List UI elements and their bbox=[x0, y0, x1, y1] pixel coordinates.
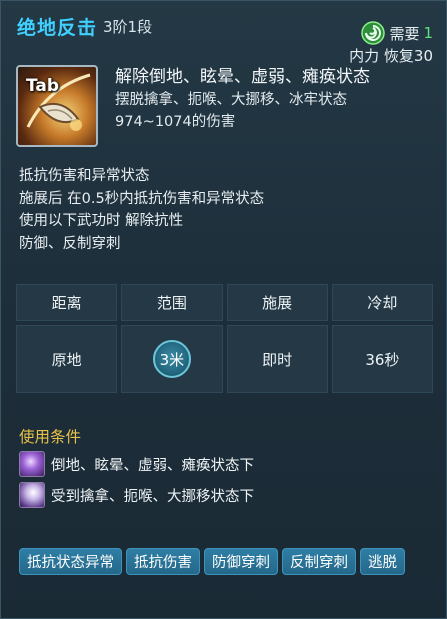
effect-main: 解除倒地、眩晕、虚弱、瘫痪状态 bbox=[115, 67, 370, 87]
stat-value-cast: 即时 bbox=[226, 325, 328, 393]
condition-text: 受到擒拿、扼喉、大挪移状态下 bbox=[51, 488, 254, 505]
tag-counter-pierce: 反制穿刺 bbox=[282, 548, 356, 575]
tag-defense-pierce: 防御穿刺 bbox=[204, 548, 278, 575]
effect-sub: 摆脱擒拿、扼喉、大挪移、冰牢状态 bbox=[115, 92, 347, 108]
skill-effects: 解除倒地、眩晕、虚弱、瘫痪状态 摆脱擒拿、扼喉、大挪移、冰牢状态 974~107… bbox=[115, 65, 370, 133]
stat-header-cooldown: 冷却 bbox=[331, 284, 433, 321]
skill-name: 绝地反击 bbox=[17, 17, 98, 39]
skill-cost: 需要 1 内力 恢复30 bbox=[349, 21, 433, 66]
description-line: 防御、反制穿刺 bbox=[19, 235, 121, 252]
stat-header-cast: 施展 bbox=[226, 284, 328, 321]
conditions-title: 使用条件 bbox=[19, 428, 82, 446]
swirl-icon bbox=[361, 21, 386, 45]
need-label: 需要 bbox=[389, 24, 420, 43]
skill-tooltip: 绝地反击 3阶1段 需要 1 内力 恢复30 Tab 解除倒地、眩晕、虚弱、瘫痪状态… bbox=[0, 0, 447, 619]
description-line: 抵抗伤害和异常状态 bbox=[19, 168, 150, 184]
condition-item: 倒地、眩晕、虚弱、瘫痪状态下 bbox=[19, 451, 254, 477]
stat-value-distance: 原地 bbox=[16, 325, 118, 393]
skill-stats-grid: 距离 范围 施展 冷却 原地 3米 即时 36秒 bbox=[16, 284, 433, 397]
description-line: 施展后 在0.5秒内抵抗伤害和异常状态 bbox=[19, 190, 265, 207]
stat-value-range-cell: 3米 bbox=[121, 325, 223, 393]
knockdown-condition-icon bbox=[19, 451, 45, 477]
stat-value-cooldown: 36秒 bbox=[331, 325, 433, 393]
skill-level: 3阶1段 bbox=[103, 18, 153, 36]
need-value: 1 bbox=[423, 24, 433, 42]
skill-tags: 抵抗状态异常 抵抗伤害 防御穿刺 反制穿刺 逃脱 bbox=[19, 548, 439, 575]
grab-condition-icon bbox=[19, 482, 45, 508]
axe-skill-icon: Tab bbox=[16, 65, 98, 147]
description-line: 使用以下武功时 解除抗性 bbox=[19, 213, 184, 229]
tag-resist-damage: 抵抗伤害 bbox=[126, 548, 200, 575]
resource-text: 内力 恢复30 bbox=[349, 47, 433, 65]
condition-item: 受到擒拿、扼喉、大挪移状态下 bbox=[19, 482, 254, 508]
condition-text: 倒地、眩晕、虚弱、瘫痪状态下 bbox=[51, 457, 254, 474]
tooltip-header: 绝地反击 3阶1段 bbox=[17, 13, 152, 43]
tag-escape: 逃脱 bbox=[360, 548, 405, 575]
stat-header-distance: 距离 bbox=[16, 284, 118, 321]
skill-description: 抵抗伤害和异常状态 施展后 在0.5秒内抵抗伤害和异常状态 使用以下武功时 解除… bbox=[19, 165, 264, 255]
skill-key-label: Tab bbox=[26, 76, 60, 96]
tag-resist-status: 抵抗状态异常 bbox=[19, 548, 122, 575]
stat-value-range: 3米 bbox=[152, 340, 191, 378]
effect-sub: 974~1074的伤害 bbox=[115, 114, 236, 130]
stat-header-range: 范围 bbox=[121, 284, 223, 321]
